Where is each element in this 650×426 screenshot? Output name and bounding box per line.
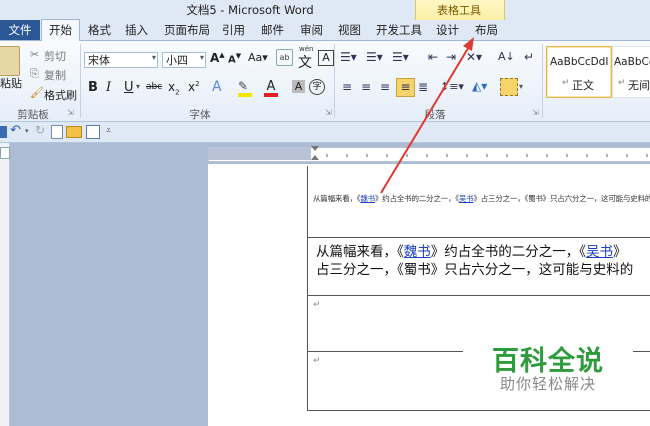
annotation-arrow bbox=[380, 37, 474, 194]
